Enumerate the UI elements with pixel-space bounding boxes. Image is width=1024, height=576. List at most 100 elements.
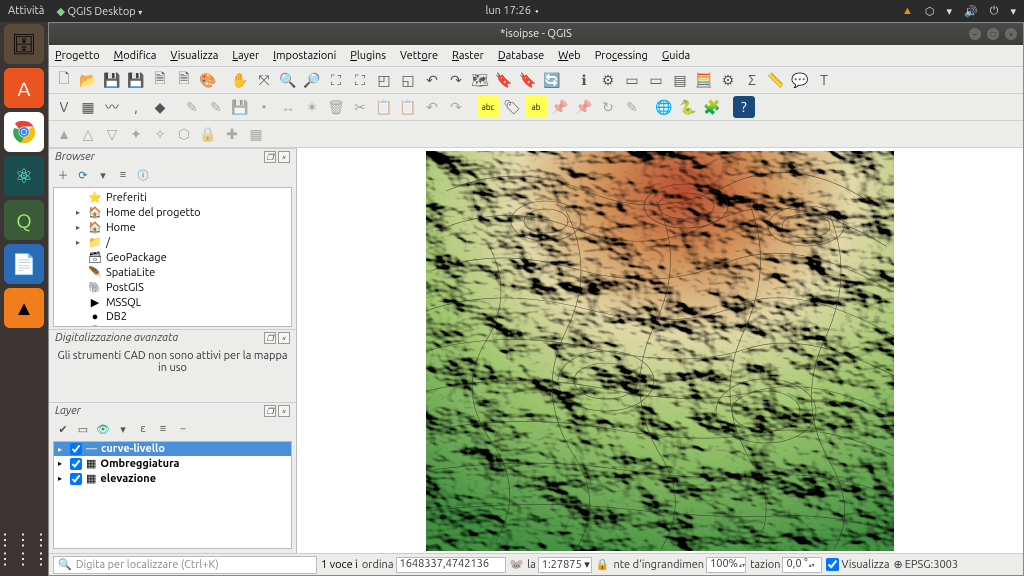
cad-t6[interactable]: ⬡ bbox=[173, 123, 195, 145]
add-virtual-button[interactable]: ◆ bbox=[149, 96, 171, 118]
toolbox-button[interactable]: ⚙ bbox=[717, 69, 739, 91]
browser-item[interactable]: ●DB2 bbox=[54, 310, 291, 324]
menu-visualizza[interactable]: Visualizza bbox=[170, 50, 218, 62]
cad-t1[interactable]: ▲ bbox=[53, 123, 75, 145]
layers-expression-button[interactable]: ε bbox=[135, 421, 151, 437]
layers-visibility-button[interactable]: 👁 bbox=[95, 421, 111, 437]
field-calculator-button[interactable]: 🧮 bbox=[693, 69, 715, 91]
new-project-button[interactable]: 🗋 bbox=[53, 69, 75, 91]
layer-row[interactable]: ▸—curve-livello bbox=[54, 442, 291, 456]
plugin-globe-button[interactable]: 🌐 bbox=[653, 96, 675, 118]
browser-add-button[interactable]: ＋ bbox=[55, 167, 71, 183]
app-menu[interactable]: ◆ QGIS Desktop bbox=[56, 5, 142, 18]
label-tool-3[interactable]: ab bbox=[525, 96, 547, 118]
rotation-input[interactable]: 0,0 ° bbox=[782, 557, 822, 573]
launcher-atom[interactable]: ⚛ bbox=[4, 156, 44, 196]
zoom-full-button[interactable]: ⛶ bbox=[349, 69, 371, 91]
cad-t3[interactable]: ▽ bbox=[101, 123, 123, 145]
menu-modifica[interactable]: Modifica bbox=[114, 50, 157, 62]
render-toggle[interactable]: Visualizza bbox=[826, 558, 889, 571]
layer-visibility-checkbox[interactable] bbox=[70, 473, 82, 485]
cad-t9[interactable]: ▦ bbox=[245, 123, 267, 145]
layers-tree[interactable]: ▸—curve-livello▸▦Ombreggiatura▸▦elevazio… bbox=[53, 441, 292, 549]
layer-visibility-checkbox[interactable] bbox=[70, 458, 82, 470]
cad-t2[interactable]: △ bbox=[77, 123, 99, 145]
lock-icon[interactable]: 🔒 bbox=[596, 558, 610, 571]
cad-close-button[interactable]: × bbox=[278, 332, 290, 344]
map-canvas[interactable] bbox=[426, 151, 894, 551]
layers-filter-button[interactable]: ▾ bbox=[115, 421, 131, 437]
cad-t7[interactable]: 🔒 bbox=[197, 123, 219, 145]
menu-vettore[interactable]: Vettore bbox=[400, 50, 438, 62]
network-icon[interactable]: ▾ bbox=[947, 5, 953, 18]
zoom-out-button[interactable]: 🔎 bbox=[301, 69, 323, 91]
attribute-table-button[interactable]: ▤ bbox=[669, 69, 691, 91]
browser-item[interactable]: ▸🏠Home bbox=[54, 220, 291, 235]
browser-item[interactable]: ▸📁/ bbox=[54, 235, 291, 250]
layer-visibility-checkbox[interactable] bbox=[70, 443, 82, 455]
save-edits-button[interactable]: ✎ bbox=[205, 96, 227, 118]
launcher-apps-grid[interactable]: ⋮⋮⋮⋮⋮⋮ bbox=[0, 530, 51, 568]
new-layout-button[interactable]: 🗎 bbox=[149, 69, 171, 91]
browser-tree[interactable]: ⭐Preferiti▸🏠Home del progetto▸🏠Home▸📁/🗃G… bbox=[53, 187, 292, 327]
zoom-layer-button[interactable]: ◱ bbox=[397, 69, 419, 91]
render-checkbox[interactable] bbox=[826, 558, 839, 571]
zoom-native-button[interactable]: ⛶ bbox=[325, 69, 347, 91]
identify-button[interactable]: ℹ bbox=[573, 69, 595, 91]
minimize-button[interactable]: – bbox=[969, 28, 981, 40]
browser-item[interactable]: 🌐WMS/WMTS bbox=[54, 324, 291, 327]
label-abc-button[interactable]: abc bbox=[477, 96, 499, 118]
launcher-software[interactable]: A bbox=[4, 68, 44, 108]
cad-t5[interactable]: ✧ bbox=[149, 123, 171, 145]
browser-item[interactable]: 🪶SpatiaLite bbox=[54, 265, 291, 280]
cad-panel-title[interactable]: Digitalizzazione avanzata ❐× bbox=[49, 329, 296, 346]
layers-undock-button[interactable]: ❐ bbox=[264, 405, 276, 417]
clock[interactable]: lun 17:26 bbox=[485, 5, 531, 17]
show-bookmarks-button[interactable]: 🔖 bbox=[517, 69, 539, 91]
label-tool-5[interactable]: 📌 bbox=[573, 96, 595, 118]
browser-item[interactable]: 🗃GeoPackage bbox=[54, 250, 291, 265]
menu-layer[interactable]: Layer bbox=[232, 50, 259, 62]
redo-button[interactable]: ↷ bbox=[445, 96, 467, 118]
dropbox-tray-icon[interactable]: ⬡ bbox=[925, 5, 935, 18]
menu-database[interactable]: Database bbox=[498, 50, 544, 62]
layer-row[interactable]: ▸▦elevazione bbox=[54, 471, 291, 486]
browser-undock-button[interactable]: ❐ bbox=[264, 151, 276, 163]
plugin-manager-button[interactable]: 🧩 bbox=[701, 96, 723, 118]
browser-close-button[interactable]: × bbox=[278, 151, 290, 163]
save-project-button[interactable]: 💾 bbox=[101, 69, 123, 91]
maximize-button[interactable]: □ bbox=[987, 28, 999, 40]
browser-collapse-button[interactable]: ≡ bbox=[115, 167, 131, 183]
menu-progetto[interactable]: Progetto bbox=[55, 50, 100, 62]
cad-undock-button[interactable]: ❐ bbox=[264, 332, 276, 344]
help-button[interactable]: ? bbox=[733, 96, 755, 118]
label-tool-7[interactable]: ✎ bbox=[621, 96, 643, 118]
launcher-chrome[interactable] bbox=[4, 112, 44, 152]
add-delimited-button[interactable]: , bbox=[125, 96, 147, 118]
menu-plugins[interactable]: Plugins bbox=[350, 50, 386, 62]
close-button[interactable]: × bbox=[1005, 28, 1017, 40]
select-button[interactable]: ▭ bbox=[621, 69, 643, 91]
open-project-button[interactable]: 📂 bbox=[77, 69, 99, 91]
style-manager-button[interactable]: 🎨 bbox=[197, 69, 219, 91]
map-canvas-area[interactable] bbox=[297, 148, 1023, 553]
deselect-button[interactable]: ▭ bbox=[645, 69, 667, 91]
zoom-last-button[interactable]: ↶ bbox=[421, 69, 443, 91]
annotation-button[interactable]: T bbox=[813, 69, 835, 91]
layers-style-button[interactable]: ✔ bbox=[55, 421, 71, 437]
zoom-selection-button[interactable]: ◰ bbox=[373, 69, 395, 91]
launcher-writer[interactable]: 📄 bbox=[4, 244, 44, 284]
launcher-qgis[interactable]: Q bbox=[4, 200, 44, 240]
move-feature-button[interactable]: ↔ bbox=[277, 96, 299, 118]
menu-raster[interactable]: Raster bbox=[452, 50, 484, 62]
delete-selected-button[interactable]: 🗑 bbox=[325, 96, 347, 118]
browser-item[interactable]: ▶MSSQL bbox=[54, 295, 291, 310]
save-layer-button[interactable]: 💾 bbox=[229, 96, 251, 118]
new-map-view-button[interactable]: 🗺 bbox=[469, 69, 491, 91]
layers-add-group-button[interactable]: ▭ bbox=[75, 421, 91, 437]
vlc-tray-icon[interactable]: ▲ bbox=[902, 5, 913, 17]
undo-button[interactable]: ↶ bbox=[421, 96, 443, 118]
menu-impostazioni[interactable]: Impostazioni bbox=[273, 50, 336, 62]
add-mesh-button[interactable]: 〰 bbox=[101, 96, 123, 118]
layers-panel-title[interactable]: Layer ❐× bbox=[49, 402, 296, 419]
